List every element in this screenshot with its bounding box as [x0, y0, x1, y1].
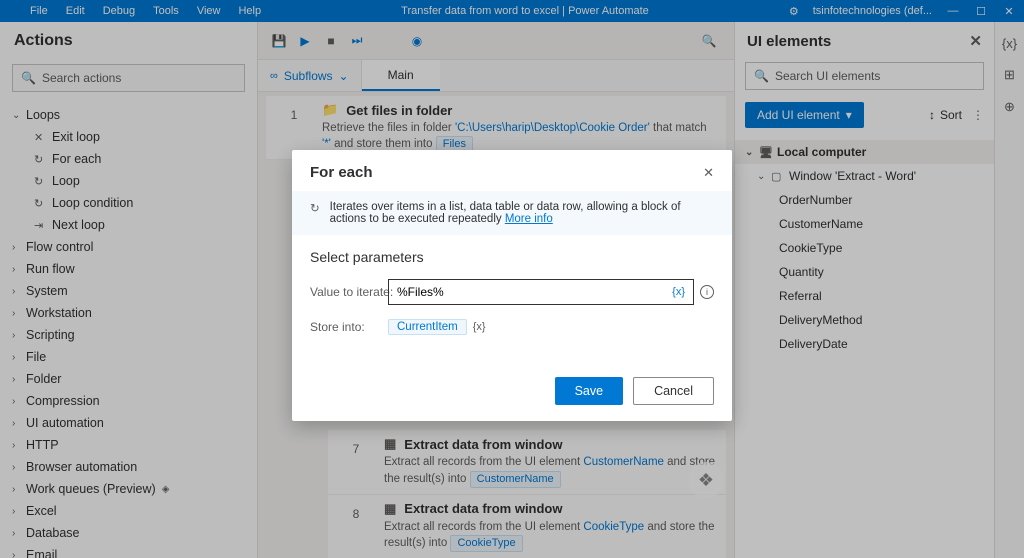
store-into-variable[interactable]: CurrentItem — [388, 319, 467, 335]
for-each-dialog: For each ✕ ↻ Iterates over items in a li… — [292, 150, 732, 421]
dialog-info-text: Iterates over items in a list, data tabl… — [330, 201, 714, 225]
value-to-iterate-value: %Files% — [397, 285, 444, 299]
info-icon[interactable]: i — [700, 285, 714, 299]
save-button[interactable]: Save — [555, 377, 624, 405]
cancel-button[interactable]: Cancel — [633, 377, 714, 405]
loop-icon: ↻ — [310, 201, 320, 225]
more-info-link[interactable]: More info — [505, 213, 553, 225]
value-to-iterate-label: Value to iterate: — [310, 285, 388, 299]
variable-picker-icon[interactable]: {x} — [672, 286, 685, 298]
store-into-label: Store into: — [310, 320, 388, 334]
variable-picker-icon[interactable]: {x} — [473, 321, 486, 333]
select-parameters-heading: Select parameters — [310, 249, 714, 265]
dialog-close-button[interactable]: ✕ — [703, 165, 714, 181]
dialog-title: For each — [310, 164, 373, 181]
value-to-iterate-input[interactable]: %Files% {x} — [388, 279, 694, 305]
modal-overlay: For each ✕ ↻ Iterates over items in a li… — [0, 0, 1024, 558]
